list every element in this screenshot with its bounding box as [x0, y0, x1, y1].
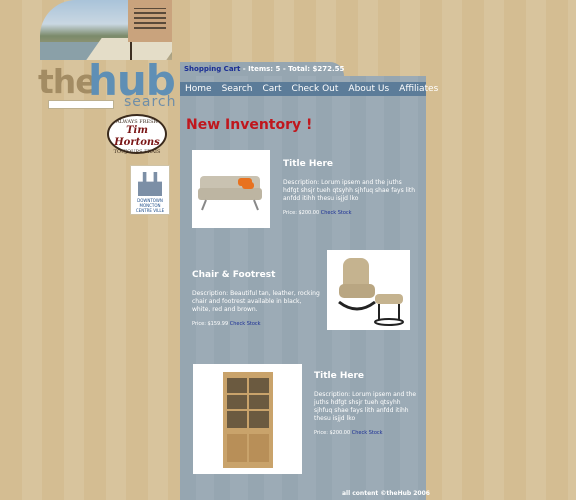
shopping-cart-bar: Shopping Cart - Items: 5 - Total: $272.5… — [180, 62, 344, 76]
downtown-line3: CENTRE VILLE — [135, 208, 165, 213]
product-price-row: Price: $159.99 Check Stock — [192, 321, 261, 327]
product-description: Description: Beautiful tan, leather, roc… — [192, 290, 320, 313]
product-title: Title Here — [314, 371, 365, 381]
shopping-cart-link[interactable]: Shopping Cart — [184, 65, 240, 73]
nav-cart[interactable]: Cart — [258, 84, 287, 94]
product-title: Chair & Footrest — [192, 270, 276, 280]
product-price: Price: $159.99 — [192, 321, 229, 327]
nav-search[interactable]: Search — [217, 84, 258, 94]
page-title: New Inventory ! — [186, 117, 313, 133]
tim-hortons-badge: ALWAYS FRESH Tim Hortons TOUJOURS FRAIS — [107, 114, 167, 155]
photo-building — [128, 0, 172, 42]
downtown-moncton-logo[interactable]: DOWNTOWN MONCTON CENTRE VILLE — [130, 165, 170, 215]
check-stock-link[interactable]: Check Stock — [321, 210, 352, 216]
product-title: Title Here — [283, 159, 334, 169]
cabinet-icon — [223, 372, 273, 468]
search-input[interactable] — [48, 100, 114, 109]
check-stock-link[interactable]: Check Stock — [230, 321, 261, 327]
product-description: Description: Lorum ipsem and the juths h… — [283, 179, 416, 202]
main-nav: Home Search Cart Check Out About Us Affi… — [180, 82, 438, 96]
nav-affiliates[interactable]: Affiliates — [394, 84, 443, 94]
nav-about-us[interactable]: About Us — [343, 84, 394, 94]
product-price: Price: $200.00 — [314, 430, 351, 436]
chair-icon — [338, 258, 404, 326]
product-image-sofa[interactable] — [192, 150, 270, 228]
product-description: Description: Lorum ipsem and the juths h… — [314, 391, 417, 422]
nav-home[interactable]: Home — [180, 84, 217, 94]
product-price-row: Price: $200.00 Check Stock — [283, 210, 352, 216]
check-stock-link[interactable]: Check Stock — [352, 430, 383, 436]
tim-main-text: Tim Hortons — [114, 125, 160, 148]
nav-check-out[interactable]: Check Out — [287, 84, 344, 94]
tim-bottom-text: TOUJOURS FRAIS — [113, 149, 161, 155]
footer-copyright: all content ©theHub 2006 — [342, 490, 430, 497]
product-price: Price: $200.00 — [283, 210, 320, 216]
header-photo — [40, 0, 172, 60]
castle-icon — [138, 172, 162, 196]
product-price-row: Price: $200.00 Check Stock — [314, 430, 383, 436]
cart-summary: - Items: 5 - Total: $272.55 — [240, 65, 345, 73]
sofa-icon — [198, 176, 262, 211]
tim-hortons-logo[interactable]: ALWAYS FRESH Tim Hortons TOUJOURS FRAIS — [107, 114, 169, 156]
logo-search: search — [124, 94, 177, 110]
tim-top-text: ALWAYS FRESH — [116, 119, 158, 125]
product-image-cabinet[interactable] — [193, 364, 302, 474]
product-image-chair[interactable] — [327, 250, 410, 330]
